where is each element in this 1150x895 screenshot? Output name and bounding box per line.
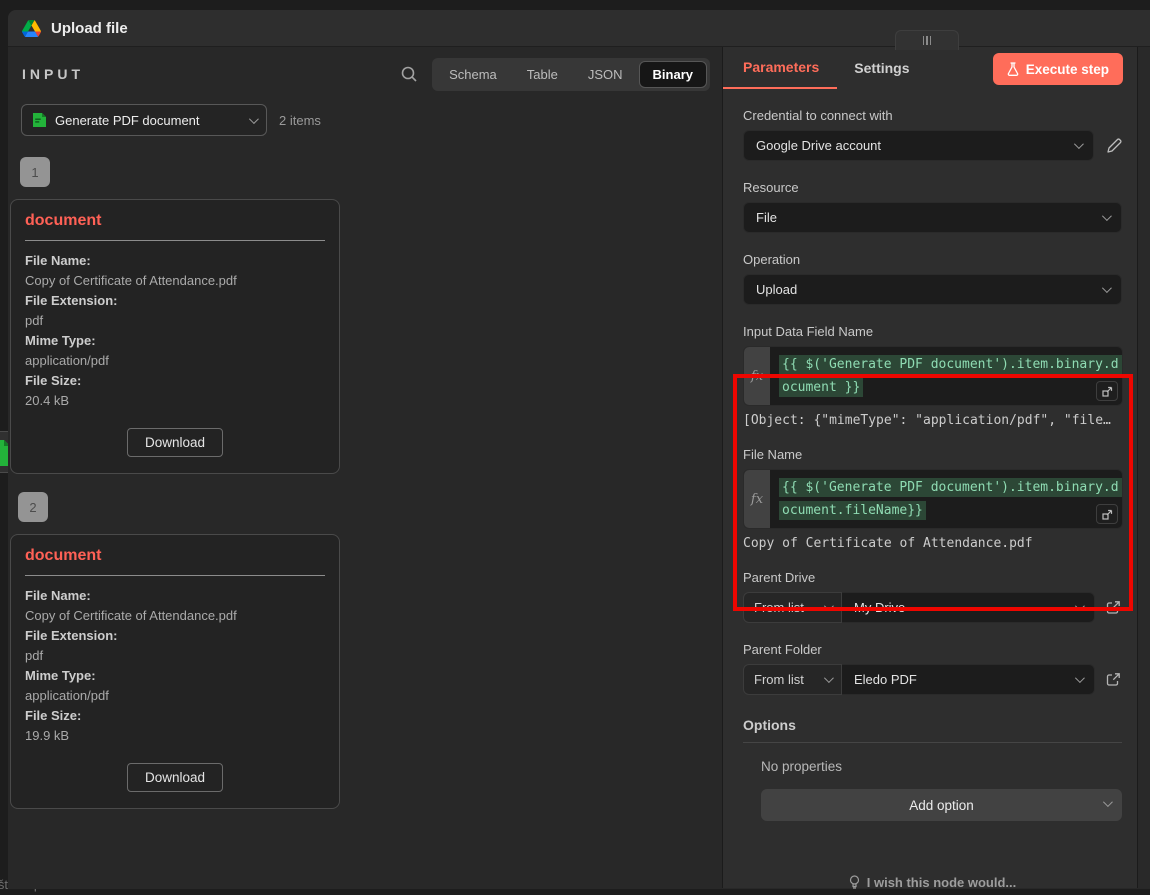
- open-in-drive-link[interactable]: [1106, 600, 1121, 615]
- chevron-down-icon: [1103, 797, 1113, 807]
- file-name-label: File Name: [743, 447, 1122, 462]
- binary-data-card: document File Name: Copy of Certificate …: [10, 199, 340, 474]
- no-properties-text: No properties: [761, 759, 1122, 774]
- external-link-icon: [1106, 672, 1121, 687]
- field-value: pdf: [25, 311, 325, 331]
- field-value: application/pdf: [25, 351, 325, 371]
- resource-select[interactable]: File: [743, 202, 1122, 233]
- search-button[interactable]: [400, 65, 418, 83]
- input-panel-title: INPUT: [22, 66, 84, 82]
- add-option-button[interactable]: Add option: [761, 789, 1122, 821]
- file-name-expression[interactable]: fx {{ $('Generate PDF document').item.bi…: [743, 469, 1123, 529]
- credential-label: Credential to connect with: [743, 108, 1122, 123]
- expression-result-preview: Copy of Certificate of Attendance.pdf: [743, 536, 1135, 551]
- chevron-down-icon: [1075, 601, 1085, 611]
- divider: [25, 575, 325, 576]
- node-feedback-link[interactable]: I wish this node would...: [743, 875, 1122, 890]
- flask-icon: [1007, 62, 1019, 76]
- field-value: pdf: [25, 646, 325, 666]
- lightbulb-icon: [849, 875, 860, 890]
- resource-label: Resource: [743, 180, 1122, 195]
- tab-binary[interactable]: Binary: [639, 61, 707, 88]
- binary-key-title: document: [25, 547, 325, 565]
- open-in-drive-link[interactable]: [1106, 672, 1121, 687]
- field-value: Copy of Certificate of Attendance.pdf: [25, 271, 325, 291]
- field-label: Mime Type:: [25, 666, 325, 686]
- search-icon: [400, 65, 418, 83]
- fx-expression-icon[interactable]: fx: [744, 470, 770, 528]
- field-label: File Name:: [25, 586, 325, 606]
- field-label: File Size:: [25, 706, 325, 726]
- input-source-dropdown[interactable]: Generate PDF document: [21, 104, 267, 136]
- download-button[interactable]: Download: [127, 763, 223, 792]
- open-expression-editor-button[interactable]: [1096, 504, 1118, 524]
- parameters-panel: Parameters Settings Execute step Credent…: [723, 47, 1137, 888]
- input-source-value: Generate PDF document: [55, 113, 200, 128]
- chevron-down-icon: [1074, 139, 1084, 149]
- item-index-badge: 1: [20, 157, 50, 187]
- items-count: 2 items: [279, 113, 321, 128]
- field-value: 20.4 kB: [25, 391, 325, 411]
- parent-folder-label: Parent Folder: [743, 642, 1122, 657]
- node-title: Upload file: [51, 20, 128, 37]
- item-index-badge: 2: [18, 492, 48, 522]
- chevron-down-icon: [1102, 283, 1112, 293]
- parent-drive-label: Parent Drive: [743, 570, 1122, 585]
- field-label: File Size:: [25, 371, 325, 391]
- field-label: File Extension:: [25, 291, 325, 311]
- field-value: 19.9 kB: [25, 726, 325, 746]
- expand-expression-icon: [1102, 509, 1113, 520]
- field-label: File Extension:: [25, 626, 325, 646]
- chevron-down-icon: [1075, 673, 1085, 683]
- fx-expression-icon[interactable]: fx: [744, 347, 770, 405]
- chevron-down-icon: [1102, 211, 1112, 221]
- generate-pdf-node-icon: [32, 112, 47, 128]
- field-value: application/pdf: [25, 686, 325, 706]
- field-label: Mime Type:: [25, 331, 325, 351]
- parent-drive-mode-select[interactable]: From list: [743, 592, 842, 623]
- divider: [25, 240, 325, 241]
- tab-table[interactable]: Table: [513, 61, 572, 88]
- input-panel: INPUT Schema Table JSON Binary: [8, 47, 723, 888]
- field-label: File Name:: [25, 251, 325, 271]
- tab-parameters[interactable]: Parameters: [723, 47, 837, 89]
- output-panel-collapsed: [1137, 47, 1150, 888]
- chevron-down-icon: [249, 114, 259, 124]
- input-data-field-expression[interactable]: fx {{ $('Generate PDF document').item.bi…: [743, 346, 1123, 406]
- tab-schema[interactable]: Schema: [435, 61, 511, 88]
- binary-data-card: document File Name: Copy of Certificate …: [10, 534, 340, 809]
- external-link-icon: [1106, 600, 1121, 615]
- parent-folder-mode-select[interactable]: From list: [743, 664, 842, 695]
- node-detail-view: Upload file INPUT Schema Table JSON Bina…: [8, 10, 1150, 889]
- google-drive-icon: [22, 20, 41, 37]
- options-section-label: Options: [743, 717, 1122, 743]
- binary-key-title: document: [25, 212, 325, 230]
- field-value: Copy of Certificate of Attendance.pdf: [25, 606, 325, 626]
- tab-json[interactable]: JSON: [574, 61, 637, 88]
- download-button[interactable]: Download: [127, 428, 223, 457]
- open-expression-editor-button[interactable]: [1096, 381, 1118, 401]
- panel-drag-handle[interactable]: [895, 30, 959, 50]
- operation-select[interactable]: Upload: [743, 274, 1122, 305]
- view-mode-tabs: Schema Table JSON Binary: [432, 58, 710, 91]
- expand-expression-icon: [1102, 386, 1113, 397]
- credential-select[interactable]: Google Drive account: [743, 130, 1094, 161]
- edit-pencil-icon[interactable]: [1106, 138, 1122, 154]
- expression-result-preview: [Object: {"mimeType": "application/pdf",…: [743, 413, 1135, 428]
- tab-settings[interactable]: Settings: [837, 47, 926, 89]
- chevron-down-icon: [824, 601, 834, 611]
- operation-label: Operation: [743, 252, 1122, 267]
- input-data-field-label: Input Data Field Name: [743, 324, 1122, 339]
- execute-step-button[interactable]: Execute step: [993, 53, 1123, 85]
- parent-folder-value-select[interactable]: Eledo PDF: [842, 664, 1095, 695]
- ndv-header: Upload file: [8, 10, 1150, 47]
- parent-drive-value-select[interactable]: My Drive: [842, 592, 1095, 623]
- chevron-down-icon: [824, 673, 834, 683]
